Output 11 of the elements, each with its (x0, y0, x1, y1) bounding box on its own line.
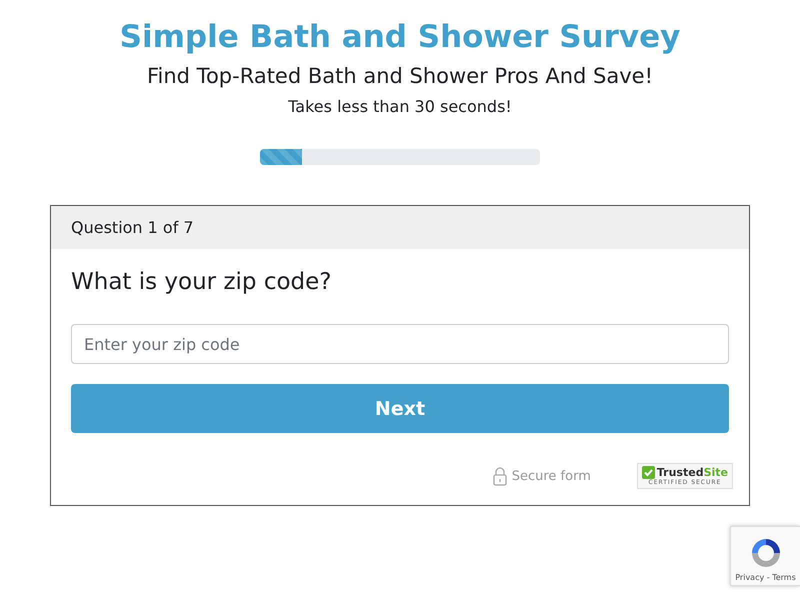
privacy-terms-links[interactable]: Privacy - Terms (735, 573, 796, 582)
seal-brand: TrustedSite (656, 466, 728, 479)
question-counter: Question 1 of 7 (51, 206, 749, 249)
checkmark-icon (642, 466, 655, 479)
survey-title: Simple Bath and Shower Survey (120, 18, 680, 56)
zip-code-field[interactable]: Enter your zip code (71, 324, 729, 364)
subtitle: Find Top-Rated Bath and Shower Pros And Save! (146, 63, 654, 90)
time-note: Takes less than 30 seconds! (288, 97, 512, 116)
secure-form-label: Secure form (512, 468, 591, 484)
question-text: What is your zip code? (71, 268, 333, 297)
padlock-icon (492, 466, 507, 486)
